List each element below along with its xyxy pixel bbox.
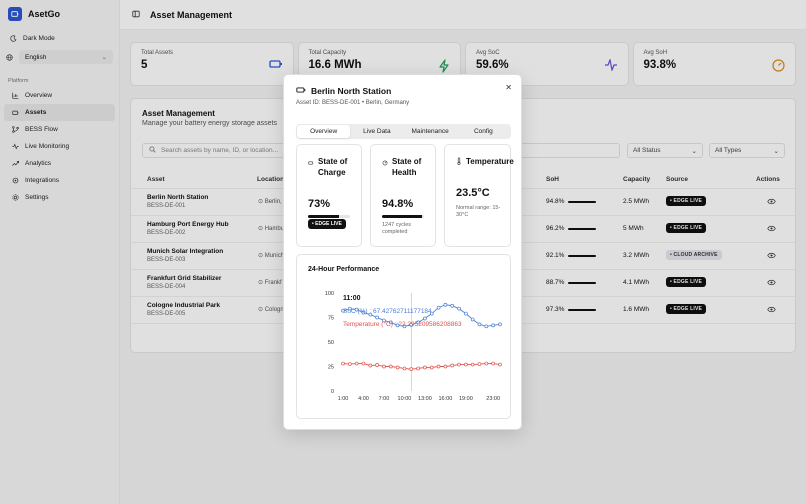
modal-title: Berlin North Station: [296, 86, 391, 96]
data-point: [450, 303, 455, 308]
data-point: [347, 362, 352, 366]
asset-detail-modal: Berlin North Station Asset ID: BESS-DE-0…: [283, 74, 522, 430]
x-tick-label: 10:00: [398, 396, 412, 402]
data-point: [477, 362, 482, 366]
y-tick-label: 75: [328, 316, 334, 322]
data-point: [443, 302, 448, 307]
data-point: [450, 363, 455, 368]
x-tick-label: 16:00: [439, 396, 453, 402]
soc-label: State of Charge: [318, 157, 348, 177]
data-point: [341, 361, 345, 366]
data-point: [416, 366, 420, 371]
data-point: [395, 365, 400, 370]
x-tick-label: 7:00: [379, 396, 390, 402]
y-tick-label: 100: [325, 291, 334, 297]
data-point: [470, 317, 475, 322]
y-tick-label: 50: [328, 340, 334, 346]
thermometer-icon: [456, 157, 462, 168]
battery-icon: [296, 86, 306, 96]
soc-card: State of Charge 73% • EDGE LIVE: [296, 144, 362, 247]
data-point: [464, 362, 468, 367]
data-point: [354, 361, 359, 366]
temp-card: Temperature 23.5°C Normal range: 15-30°C: [444, 144, 514, 247]
data-point: [491, 361, 496, 366]
data-point: [457, 306, 461, 311]
health-icon: [382, 158, 388, 169]
modal-tabs: Overview Live Data Maintenance Config: [296, 124, 511, 139]
data-point: [361, 361, 366, 366]
data-point: [498, 362, 502, 367]
battery-small-icon: [308, 158, 314, 169]
soh-progress-fill: [382, 215, 422, 218]
tooltip-temperature: Temperature (°C) : 22.295209586208863: [343, 320, 462, 328]
data-point: [423, 316, 427, 321]
x-tick-label: 23:00: [486, 396, 500, 402]
data-point: [464, 311, 468, 316]
soh-card: State of Health 94.8% 1247 cycles comple…: [370, 144, 436, 247]
data-point: [375, 363, 379, 367]
modal-subtitle: Asset ID: BESS-DE-001 • Berlin, Germany: [296, 100, 410, 106]
modal-title-text: Berlin North Station: [311, 86, 392, 96]
soc-value: 73%: [308, 198, 331, 210]
close-icon[interactable]: ✕: [505, 83, 512, 92]
data-point: [382, 364, 386, 369]
tooltip-soc: SoC (%) : 67.42762711177184: [343, 308, 432, 315]
tooltip-time: 11:00: [343, 295, 361, 302]
x-tick-label: 1:00: [338, 396, 349, 402]
data-point: [436, 364, 441, 369]
data-point: [402, 366, 407, 371]
data-point: [491, 323, 496, 328]
data-point: [477, 322, 482, 327]
data-point: [436, 305, 441, 310]
tab-config[interactable]: Config: [457, 125, 510, 138]
x-tick-label: 13:00: [418, 396, 432, 402]
soc-card-header: State of Charge: [308, 156, 358, 178]
y-tick-label: 25: [328, 365, 334, 371]
x-tick-label: 4:00: [358, 396, 369, 402]
soc-progress: [308, 215, 350, 218]
tab-live-data[interactable]: Live Data: [350, 125, 403, 138]
soc-progress-fill: [308, 215, 339, 218]
data-point: [429, 365, 434, 370]
data-point: [484, 324, 489, 329]
data-point: [368, 363, 373, 368]
series-line-temperature: [342, 363, 501, 370]
badge-text: EDGE LIVE: [315, 221, 342, 227]
data-point: [423, 365, 427, 370]
data-point: [484, 361, 489, 366]
soh-label: State of Health: [392, 157, 422, 177]
performance-chart[interactable]: 0 25 50 75 100 1:00 4:00 7:00 10:00 13:00 16:00 19:…: [297, 283, 510, 408]
y-tick-label: 0: [331, 389, 334, 395]
temp-value: 23.5°C: [456, 187, 490, 199]
data-point: [388, 364, 393, 369]
x-tick-label: 19:00: [459, 396, 473, 402]
data-point: [498, 322, 502, 327]
temp-label: Temperature: [466, 157, 514, 166]
tab-overview[interactable]: Overview: [297, 125, 351, 138]
data-point: [375, 315, 379, 320]
data-point: [470, 362, 475, 367]
data-point: [443, 364, 448, 369]
data-point: [457, 362, 461, 367]
soh-note: 1247 cycles completed: [382, 222, 412, 235]
temp-card-header: Temperature: [456, 156, 514, 168]
soh-value: 94.8%: [382, 198, 414, 210]
tab-maintenance[interactable]: Maintenance: [404, 125, 457, 138]
data-point: [409, 367, 414, 371]
temp-note: Normal range: 15-30°C: [456, 205, 501, 218]
edge-live-badge: • EDGE LIVE: [308, 219, 346, 229]
soh-card-header: State of Health: [382, 156, 432, 178]
performance-card: 24-Hour Performance 0 25 50 75 100 1:00 4:00 7:…: [296, 254, 511, 419]
performance-title: 24-Hour Performance: [308, 266, 380, 273]
soh-progress: [382, 215, 424, 218]
